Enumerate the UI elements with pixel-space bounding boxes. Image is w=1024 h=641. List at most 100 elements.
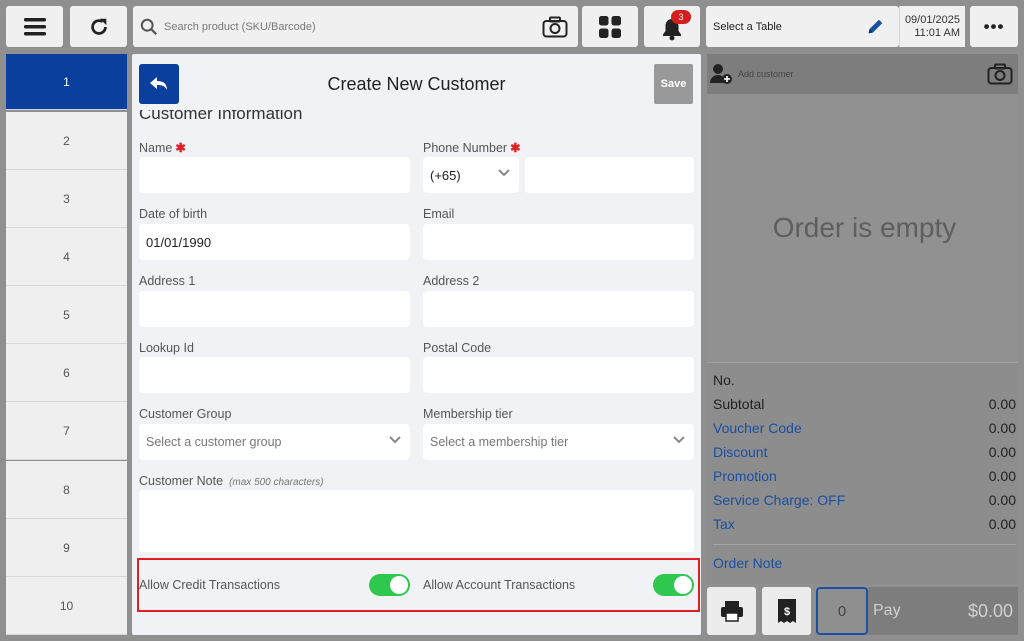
form-scroll-area[interactable]: Customer Information Name ✱ Phone Number ✱… [132, 110, 701, 635]
create-customer-modal: Create New Customer Save Customer Inform… [132, 54, 701, 635]
customer-bar[interactable]: Add customer [707, 54, 1018, 94]
search-input[interactable]: Search product (SKU/Barcode) [164, 21, 316, 33]
menu-button[interactable] [6, 6, 63, 47]
notifications-button[interactable]: 3 [644, 6, 700, 47]
summary-row-value: 0.00 [988, 444, 1016, 460]
print-button[interactable] [707, 587, 756, 635]
sidebar-item-2[interactable]: 2 [6, 112, 127, 170]
customer-note-hint: (max 500 characters) [229, 477, 324, 488]
date-text: 09/01/2025 [904, 13, 960, 26]
receipt-button[interactable]: $ [762, 587, 811, 635]
membership-tier-placeholder: Select a membership tier [430, 435, 569, 449]
save-button[interactable]: Save [654, 64, 693, 104]
phone-number-input[interactable] [525, 157, 694, 193]
summary-row-label: Subtotal [713, 396, 765, 412]
summary-row[interactable]: Service Charge: OFF 0.00 [713, 492, 1016, 508]
grid-icon [599, 15, 621, 38]
required-asterisk-icon: ✱ [175, 141, 186, 155]
phone-code-select[interactable]: (+65) [423, 157, 519, 193]
lookup-id-label: Lookup Id [139, 341, 194, 355]
summary-row[interactable]: Discount 0.00 [713, 444, 1016, 460]
email-input[interactable] [423, 224, 694, 260]
postal-code-label: Postal Code [423, 341, 492, 355]
lookup-id-input[interactable] [139, 357, 410, 393]
sidebar-item-9[interactable]: 9 [6, 519, 127, 577]
sidebar-item-8[interactable]: 8 [6, 461, 127, 519]
summary-row-label: Voucher Code [713, 420, 802, 436]
name-input[interactable] [139, 157, 410, 193]
add-customer-icon [710, 64, 732, 84]
postal-code-input[interactable] [423, 357, 694, 393]
pay-button[interactable]: Pay $0.00 [868, 587, 1018, 635]
dob-input[interactable]: 01/01/1990 [139, 224, 410, 260]
summary-row[interactable]: Promotion 0.00 [713, 468, 1016, 484]
datetime-display: 09/01/2025 11:01 AM [899, 6, 965, 47]
chevron-down-icon [498, 169, 510, 177]
dob-value: 01/01/1990 [146, 234, 212, 250]
summary-row: Subtotal 0.00 [713, 396, 1016, 412]
membership-tier-select[interactable]: Select a membership tier [423, 424, 694, 460]
product-grid-button[interactable] [582, 6, 638, 47]
sidebar-item-3[interactable]: 3 [6, 170, 127, 228]
customer-group-placeholder: Select a customer group [146, 435, 282, 449]
sidebar-item-1[interactable]: 1 [6, 54, 127, 110]
pay-amount: $0.00 [967, 600, 1013, 621]
sidebar-item-4[interactable]: 4 [6, 228, 127, 286]
summary-row[interactable]: Voucher Code 0.00 [713, 420, 1016, 436]
quantity-value: 0 [837, 602, 847, 620]
membership-tier-label: Membership tier [423, 407, 513, 421]
address2-input[interactable] [423, 291, 694, 327]
sidebar-item-10[interactable]: 10 [6, 577, 127, 635]
summary-row-label: Promotion [713, 468, 777, 484]
search-icon [140, 18, 157, 35]
dob-label: Date of birth [139, 207, 208, 221]
chevron-down-icon [389, 436, 401, 444]
order-empty-text: Order is empty [772, 212, 957, 243]
customer-note-label: Customer Note (max 500 characters) [139, 474, 324, 488]
edit-pencil-icon[interactable] [867, 18, 884, 35]
address1-label: Address 1 [139, 274, 196, 288]
notification-badge: 3 [671, 10, 691, 24]
summary-row-label: Service Charge: OFF [713, 492, 846, 508]
credit-transactions-toggle[interactable] [369, 574, 410, 596]
camera-icon[interactable] [987, 63, 1013, 85]
quantity-box[interactable]: 0 [816, 587, 868, 635]
camera-icon[interactable] [542, 16, 568, 38]
order-items-area: Order is empty [707, 94, 1018, 362]
summary-row-value: 0.00 [988, 516, 1016, 532]
summary-divider [713, 544, 1016, 545]
summary-row-value: 0.00 [988, 396, 1016, 412]
customer-group-label: Customer Group [139, 407, 232, 421]
summary-row[interactable]: Tax 0.00 [713, 516, 1016, 532]
more-options-button[interactable]: ••• [970, 6, 1018, 47]
chevron-down-icon [673, 436, 685, 444]
sidebar-item-6[interactable]: 6 [6, 344, 127, 402]
account-transactions-toggle[interactable] [653, 574, 694, 596]
more-dots-icon: ••• [983, 16, 1005, 36]
refresh-button[interactable] [70, 6, 127, 47]
sidebar-item-7[interactable]: 7 [6, 402, 127, 460]
email-label: Email [423, 207, 455, 221]
address1-input[interactable] [139, 291, 410, 327]
customer-note-textarea[interactable] [139, 490, 694, 552]
search-bar[interactable]: Search product (SKU/Barcode) [133, 6, 578, 47]
phone-label: Phone Number ✱ [423, 141, 521, 155]
sidebar-item-5[interactable]: 5 [6, 286, 127, 344]
customer-group-select[interactable]: Select a customer group [139, 424, 410, 460]
order-number-label: No. [713, 372, 735, 388]
hamburger-menu-icon [23, 17, 46, 35]
section-title: Customer Information [139, 110, 303, 123]
table-selector[interactable]: Select a Table [706, 6, 899, 47]
pay-label: Pay [873, 602, 901, 619]
printer-icon [720, 601, 743, 622]
refresh-icon [90, 18, 107, 35]
credit-transactions-label: Allow Credit Transactions [139, 578, 281, 592]
name-label: Name ✱ [139, 141, 186, 155]
summary-row-value: 0.00 [988, 468, 1016, 484]
phone-code-value: (+65) [430, 167, 461, 183]
address2-label: Address 2 [423, 274, 480, 288]
order-note-link[interactable]: Order Note [713, 555, 1016, 571]
summary-row-value: 0.00 [988, 420, 1016, 436]
summary-row-value: 0.00 [988, 492, 1016, 508]
summary-row-label: Discount [713, 444, 768, 460]
